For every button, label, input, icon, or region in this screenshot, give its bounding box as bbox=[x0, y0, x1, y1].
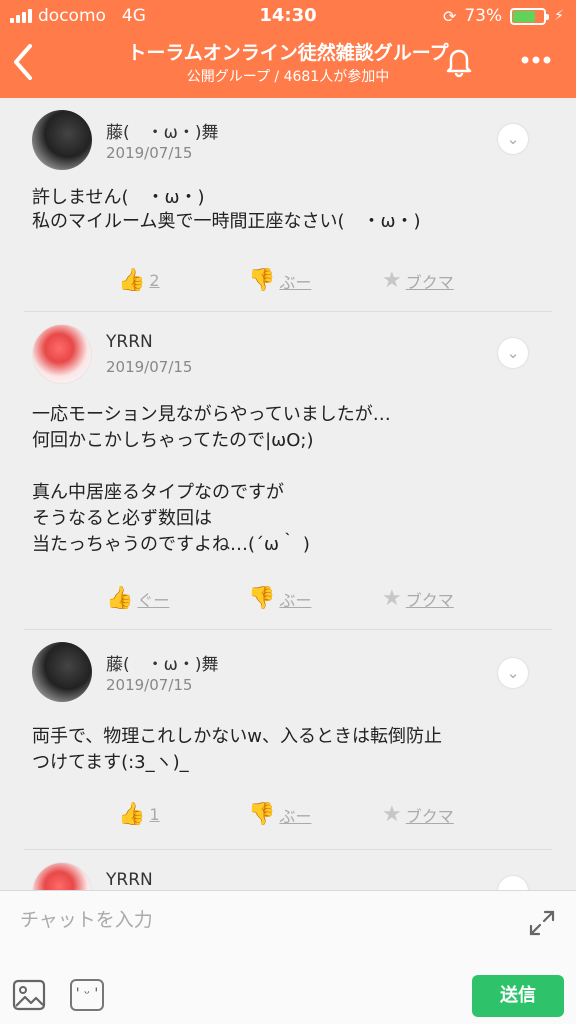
dislike-button[interactable]: 👎 ぶー bbox=[248, 586, 311, 611]
post-date: 2019/07/15 bbox=[106, 144, 193, 162]
thumbs-down-icon: 👎 bbox=[248, 268, 276, 293]
bell-icon bbox=[446, 49, 472, 78]
notification-button[interactable] bbox=[442, 44, 476, 78]
star-icon: ★ bbox=[382, 802, 402, 827]
star-icon: ★ bbox=[382, 268, 402, 293]
post-menu-button[interactable]: ⌄ bbox=[498, 658, 528, 688]
thumbs-down-icon: 👎 bbox=[248, 586, 276, 611]
post-body: 許しません( ・ω・) 私のマイルーム奥で一時間正座なさい( ・ω・) bbox=[32, 187, 421, 232]
post-menu-button[interactable]: ⌄ bbox=[498, 876, 528, 890]
battery-percent: 73% bbox=[464, 6, 503, 26]
chat-input[interactable]: チャットを入力 bbox=[20, 905, 153, 932]
back-button[interactable] bbox=[8, 40, 44, 84]
top-bar: docomo 4G 14:30 ⟳ 73% ⚡ トーラムオンライン徒然雑談グルー… bbox=[0, 0, 576, 98]
chevron-left-icon bbox=[14, 44, 32, 80]
emoji-button[interactable]: ' ᵕ ' bbox=[70, 979, 104, 1011]
avatar[interactable] bbox=[32, 862, 92, 890]
avatar[interactable] bbox=[32, 110, 92, 170]
expand-icon bbox=[529, 910, 555, 936]
more-button[interactable] bbox=[518, 42, 554, 85]
bookmark-button[interactable]: ★ ブクマ bbox=[382, 586, 454, 611]
post-body: 一応モーション見ながらやっていましたが… 何回かこかしちゃってたので|ωO;) … bbox=[32, 404, 391, 555]
thumbs-down-icon: 👎 bbox=[248, 802, 276, 827]
post-author[interactable]: YRRN bbox=[106, 332, 153, 352]
chevron-down-icon: ⌄ bbox=[506, 344, 520, 362]
post-actions: 👍 1 👎 ぶー ★ ブクマ bbox=[0, 802, 576, 830]
chat-composer: チャットを入力 ' ᵕ ' 送信 bbox=[0, 890, 576, 1024]
dislike-button[interactable]: 👎 ぶー bbox=[248, 802, 311, 827]
more-icon bbox=[521, 56, 551, 64]
like-button[interactable]: 👍 1 bbox=[118, 802, 160, 827]
rotation-lock-icon: ⟳ bbox=[442, 6, 457, 26]
post: YRRN 2019/07/15 ⌄ 一応モーション見ながらやっていましたが… 何… bbox=[0, 312, 576, 630]
avatar[interactable] bbox=[32, 324, 92, 384]
expand-button[interactable] bbox=[528, 909, 556, 937]
navigation-bar: トーラムオンライン徒然雑談グループ 公開グループ / 4681人が参加中 bbox=[0, 32, 576, 98]
star-icon: ★ bbox=[382, 586, 402, 611]
thumbs-up-icon: 👍 bbox=[118, 268, 146, 293]
status-bar: docomo 4G 14:30 ⟳ 73% ⚡ bbox=[0, 0, 576, 32]
charging-icon: ⚡ bbox=[554, 8, 564, 24]
post: 藤( ・ω・)舞 2019/07/15 ⌄ 両手で、物理これしかないw、入るとき… bbox=[0, 630, 576, 850]
chevron-down-icon: ⌄ bbox=[506, 130, 520, 148]
post-actions: 👍 ぐー 👎 ぶー ★ ブクマ bbox=[0, 586, 576, 614]
like-button[interactable]: 👍 ぐー bbox=[106, 586, 169, 611]
post-actions: 👍 2 👎 ぶー ★ ブクマ bbox=[0, 268, 576, 296]
emoji-icon: ' ᵕ ' bbox=[75, 986, 99, 1002]
post-author[interactable]: 藤( ・ω・)舞 bbox=[106, 650, 219, 675]
bookmark-button[interactable]: ★ ブクマ bbox=[382, 268, 454, 293]
chevron-down-icon: ⌄ bbox=[506, 664, 520, 682]
image-button[interactable] bbox=[12, 979, 46, 1011]
image-icon bbox=[12, 979, 46, 1011]
post-menu-button[interactable]: ⌄ bbox=[498, 124, 528, 154]
like-button[interactable]: 👍 2 bbox=[118, 268, 160, 293]
post: 藤( ・ω・)舞 2019/07/15 ⌄ 許しません( ・ω・) 私のマイルー… bbox=[0, 98, 576, 312]
chevron-down-icon: ⌄ bbox=[507, 882, 520, 890]
post-menu-button[interactable]: ⌄ bbox=[498, 338, 528, 368]
dislike-button[interactable]: 👎 ぶー bbox=[248, 268, 311, 293]
chat-feed[interactable]: 藤( ・ω・)舞 2019/07/15 ⌄ 許しません( ・ω・) 私のマイルー… bbox=[0, 98, 576, 890]
battery-icon bbox=[510, 7, 550, 25]
send-button[interactable]: 送信 bbox=[472, 975, 564, 1017]
post-body: 両手で、物理これしかないw、入るときは転倒防止 つけてます(:3_ヽ)_ bbox=[32, 726, 442, 773]
post: YRRN ⌄ bbox=[0, 850, 576, 890]
thumbs-up-icon: 👍 bbox=[106, 586, 134, 611]
post-author[interactable]: YRRN bbox=[106, 870, 153, 890]
bookmark-button[interactable]: ★ ブクマ bbox=[382, 802, 454, 827]
avatar[interactable] bbox=[32, 642, 92, 702]
post-date: 2019/07/15 bbox=[106, 676, 193, 694]
thumbs-up-icon: 👍 bbox=[118, 802, 146, 827]
post-author[interactable]: 藤( ・ω・)舞 bbox=[106, 118, 219, 143]
post-date: 2019/07/15 bbox=[106, 358, 193, 376]
